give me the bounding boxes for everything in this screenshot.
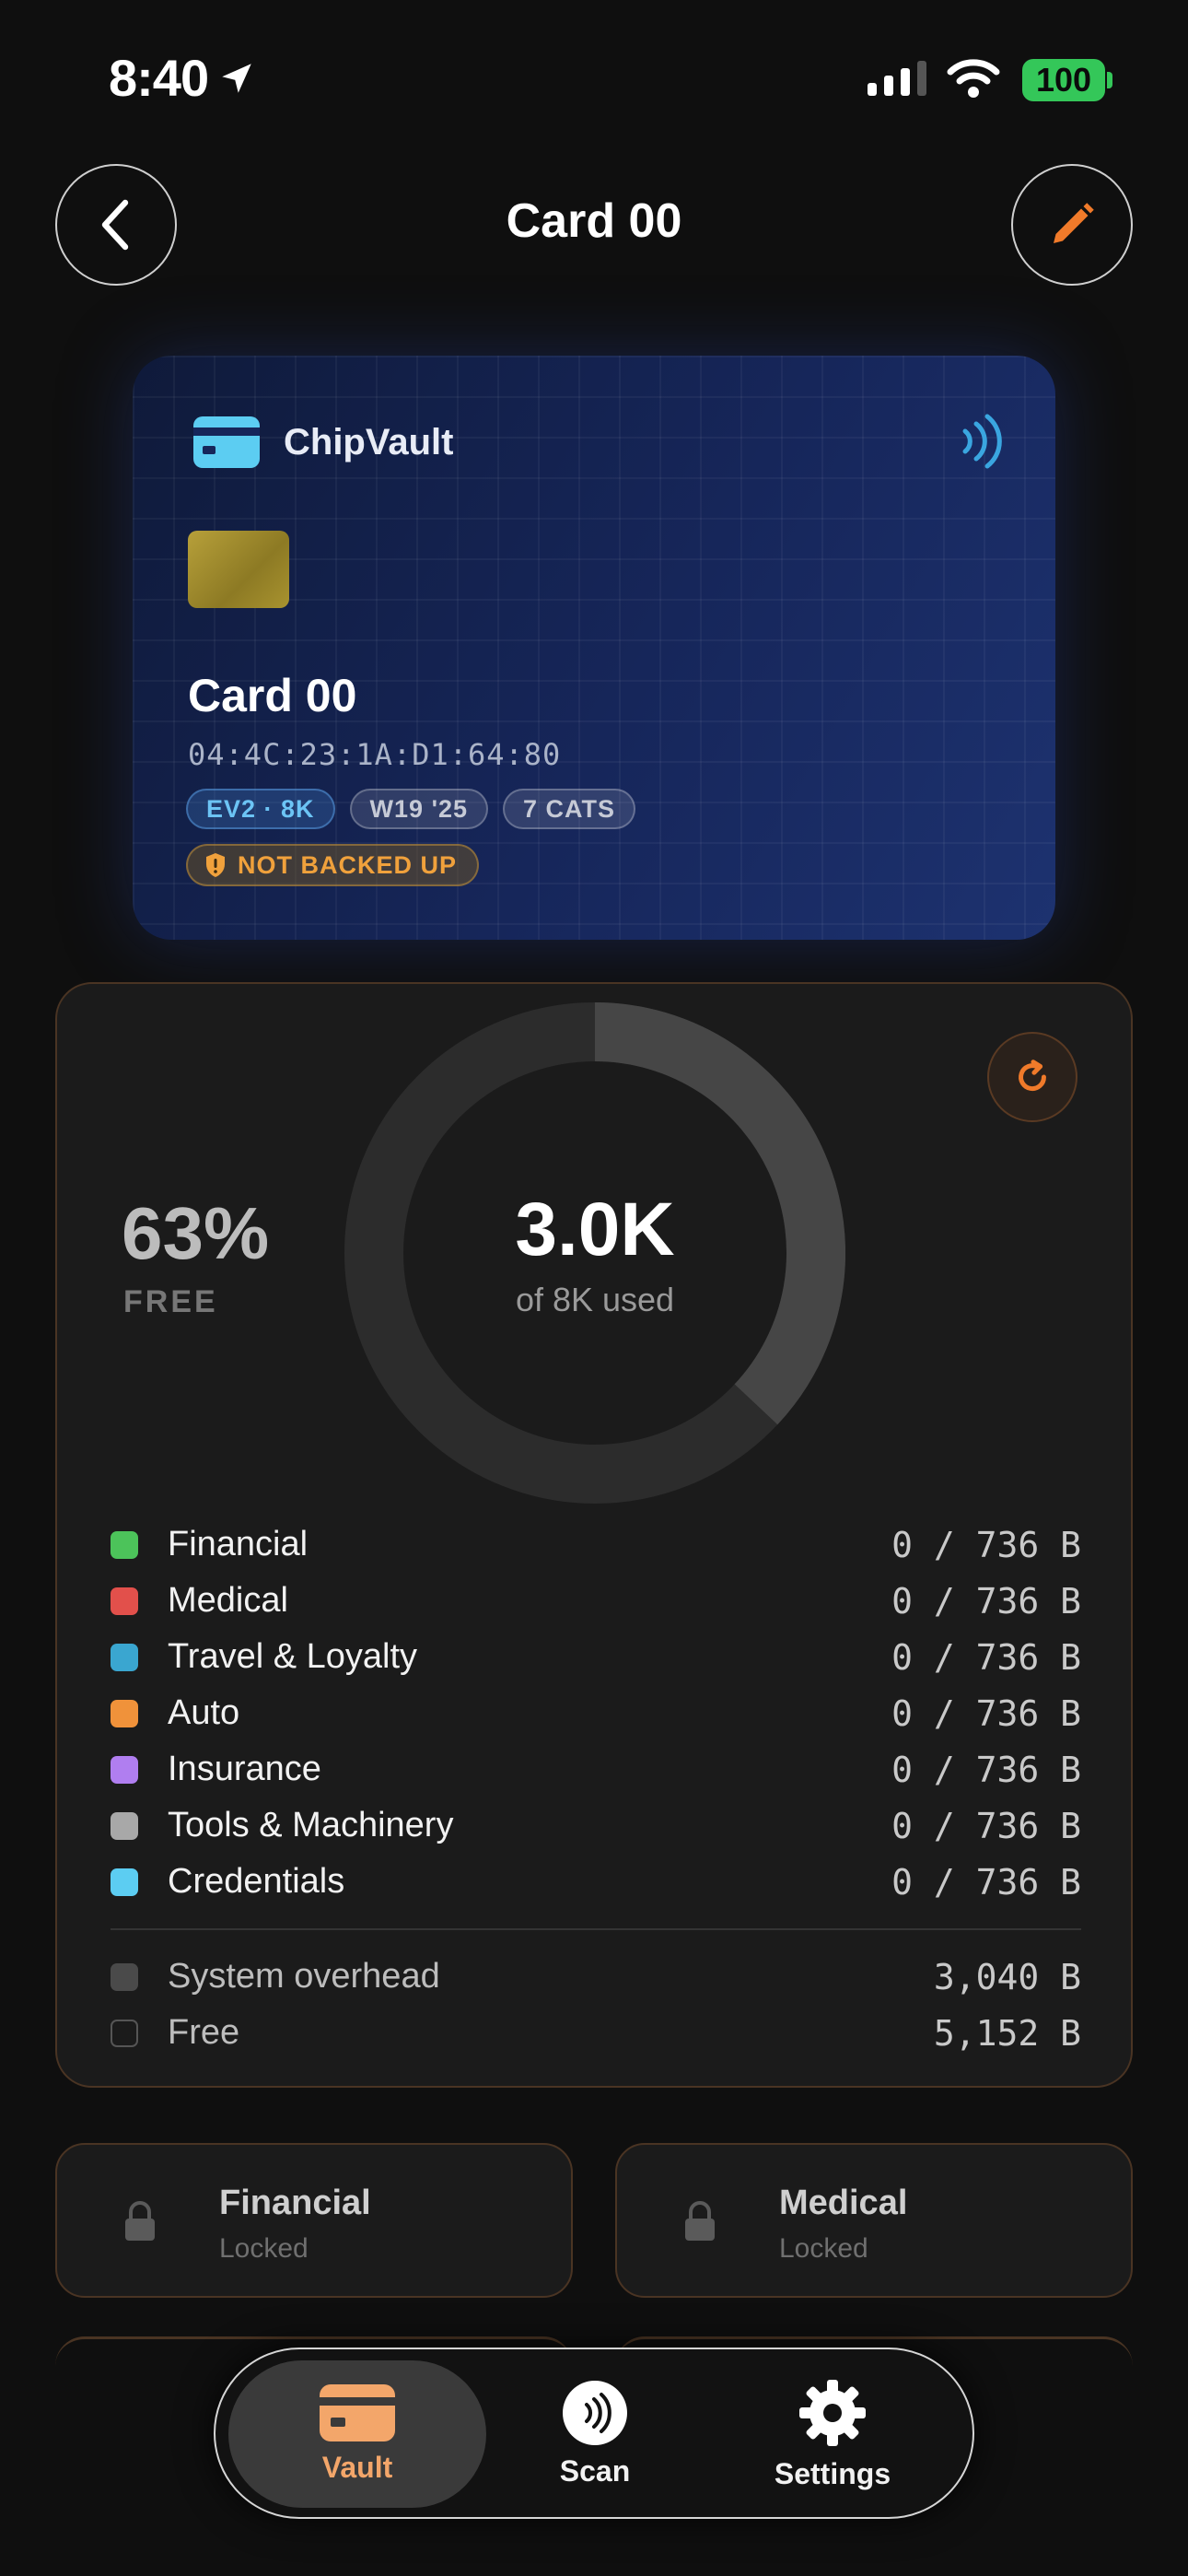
legend-value: 0 / 736 B	[891, 1805, 1081, 1846]
battery-indicator: 100	[1022, 59, 1105, 101]
legend-label: Medical	[168, 1581, 288, 1620]
legend-swatch	[111, 1643, 138, 1671]
cellular-signal-icon	[868, 61, 926, 96]
legend-label: Financial	[168, 1525, 309, 1563]
category-name: Financial	[219, 2184, 371, 2222]
legend-value: 0 / 736 B	[891, 1692, 1081, 1734]
legend-swatch	[111, 1868, 138, 1896]
legend-value: 0 / 736 B	[891, 1861, 1081, 1903]
legend-swatch	[111, 1699, 138, 1727]
gear-icon	[799, 2379, 866, 2446]
free-label: FREE	[123, 1284, 218, 1319]
edit-button[interactable]	[1011, 164, 1133, 286]
category-card-financial[interactable]: Financial Locked	[55, 2143, 573, 2298]
backup-warning-text: NOT BACKED UP	[238, 850, 458, 879]
legend-divider	[111, 1928, 1081, 1930]
tab-label: Vault	[321, 2450, 393, 2484]
lock-icon	[685, 2201, 715, 2241]
used-value: 3.0K	[515, 1188, 675, 1271]
legend-swatch	[111, 1587, 138, 1615]
legend-row-travel-loyalty: Travel & Loyalty 0 / 736 B	[111, 1629, 1135, 1685]
category-name: Medical	[779, 2184, 908, 2222]
used-caption: of 8K used	[515, 1281, 675, 1318]
refresh-icon	[1019, 1060, 1046, 1092]
legend-label: Free	[168, 2013, 240, 2052]
legend-swatch	[111, 2019, 138, 2047]
vault-card[interactable]: ChipVault Card 00 04:4C:23:1A:D1:64:80 E…	[133, 356, 1055, 940]
tab-label: Settings	[774, 2456, 891, 2490]
brand-name: ChipVault	[284, 421, 454, 463]
refresh-button[interactable]	[987, 1032, 1077, 1122]
legend-row-credentials: Credentials 0 / 736 B	[111, 1854, 1135, 1910]
donut-center: 3.0K of 8K used	[344, 1002, 845, 1504]
legend-swatch	[111, 1811, 138, 1840]
tag-categories: 7 CATS	[503, 789, 636, 829]
card-chip	[188, 531, 289, 608]
tag-chip-type: EV2 · 8K	[186, 789, 335, 829]
time-text: 8:40	[109, 49, 209, 107]
battery-nub	[1107, 72, 1112, 88]
card-uid: 04:4C:23:1A:D1:64:80	[188, 737, 562, 772]
legend-row-auto: Auto 0 / 736 B	[111, 1685, 1135, 1741]
status-time: 8:40	[109, 48, 256, 108]
battery-level: 100	[1035, 61, 1092, 99]
nfc-icon	[962, 414, 1002, 469]
card-icon	[193, 416, 260, 468]
tab-scan[interactable]: Scan	[466, 2360, 724, 2508]
storage-legend: Financial 0 / 736 B Medical 0 / 736 B Travel…	[111, 1516, 1135, 2061]
legend-row-insurance: Insurance 0 / 736 B	[111, 1741, 1135, 1797]
tag-date: W19 '25	[349, 789, 489, 829]
card-icon	[320, 2383, 395, 2441]
tab-label: Scan	[559, 2453, 631, 2488]
legend-row-system-overhead: System overhead 3,040 B	[111, 1949, 1135, 2005]
legend-value: 3,040 B	[933, 1956, 1081, 1997]
legend-value: 0 / 736 B	[891, 1636, 1081, 1678]
tab-settings[interactable]: Settings	[704, 2360, 961, 2508]
legend-label: Insurance	[168, 1750, 321, 1788]
legend-swatch	[111, 1962, 138, 1991]
card-brand: ChipVault	[193, 416, 453, 468]
status-bar: 8:40 100	[0, 0, 1188, 157]
legend-swatch	[111, 1755, 138, 1784]
legend-label: Auto	[168, 1693, 240, 1732]
legend-value: 0 / 736 B	[891, 1749, 1081, 1790]
card-name: Card 00	[188, 670, 357, 721]
legend-label: Tools & Machinery	[168, 1806, 454, 1844]
legend-value: 5,152 B	[933, 2012, 1081, 2054]
legend-row-free: Free 5,152 B	[111, 2005, 1135, 2061]
category-card-medical[interactable]: Medical Locked	[615, 2143, 1133, 2298]
nfc-icon	[563, 2380, 627, 2445]
category-state: Locked	[219, 2233, 309, 2264]
pencil-icon	[1054, 203, 1094, 243]
legend-swatch	[111, 1530, 138, 1559]
lock-icon	[125, 2201, 155, 2241]
legend-row-financial: Financial 0 / 736 B	[111, 1516, 1135, 1573]
storage-panel: 63% FREE 3.0K of 8K used Financial 0 / 73…	[55, 982, 1133, 2088]
page-title: Card 00	[506, 194, 682, 248]
legend-label: Travel & Loyalty	[168, 1637, 418, 1676]
legend-label: Credentials	[168, 1862, 345, 1901]
tab-vault[interactable]: Vault	[228, 2360, 486, 2508]
category-state: Locked	[779, 2233, 868, 2264]
legend-row-medical: Medical 0 / 736 B	[111, 1573, 1135, 1629]
wifi-icon	[947, 59, 1000, 98]
location-arrow-icon	[222, 63, 251, 93]
tab-bar: Vault Scan Settings	[214, 2348, 974, 2519]
shield-alert-icon	[206, 853, 225, 877]
legend-value: 0 / 736 B	[891, 1524, 1081, 1565]
legend-row-tools-machinery: Tools & Machinery 0 / 736 B	[111, 1797, 1135, 1854]
card-tags: EV2 · 8K W19 '25 7 CATS	[186, 789, 636, 829]
legend-label: System overhead	[168, 1957, 440, 1996]
backup-warning-badge: NOT BACKED UP	[186, 844, 480, 886]
free-percent: 63%	[122, 1192, 270, 1274]
legend-value: 0 / 736 B	[891, 1580, 1081, 1622]
